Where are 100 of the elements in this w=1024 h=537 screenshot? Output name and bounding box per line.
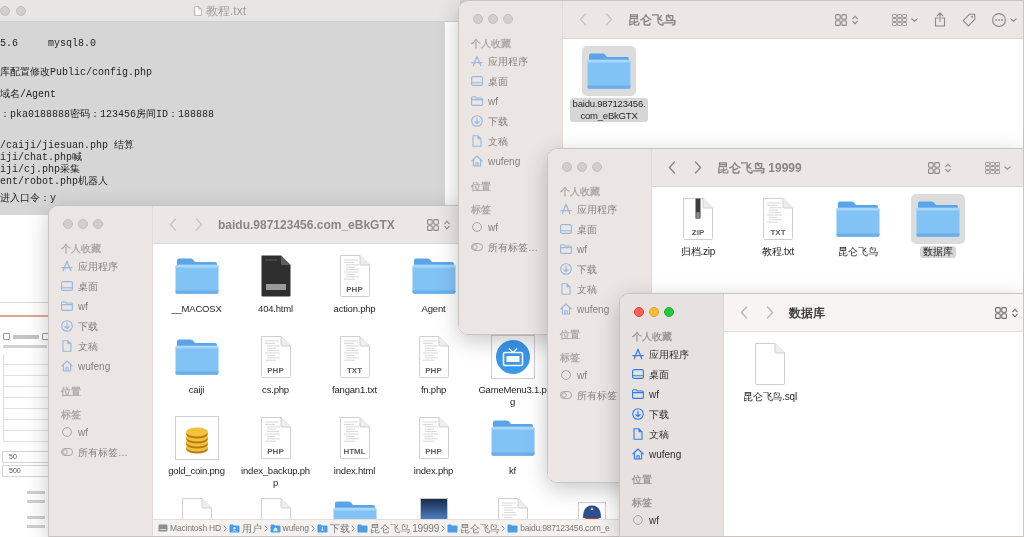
minimize-button[interactable] [78, 219, 88, 229]
sidebar-item[interactable]: wufeng [471, 151, 521, 171]
sidebar-item[interactable]: wufeng [560, 299, 610, 319]
sidebar-item[interactable]: wufeng [632, 444, 682, 464]
input-field[interactable] [3, 354, 48, 365]
path-segment[interactable]: 昆仑飞鸟 19999 [357, 520, 439, 536]
zoom-button[interactable] [664, 307, 674, 317]
file-name[interactable]: 归档.zip [677, 246, 719, 258]
figure-thumbnail-icon[interactable] [577, 502, 606, 519]
more-button[interactable] [992, 12, 1017, 27]
file-name[interactable]: cs.php [259, 384, 292, 396]
sidebar-item[interactable]: 文稿 [632, 424, 669, 444]
file-name[interactable]: index_backup.ph p [238, 465, 313, 489]
file-name[interactable]: index.html [330, 465, 379, 477]
file-name[interactable]: kf [506, 465, 519, 477]
sidebar-item[interactable]: 桌面 [61, 276, 98, 296]
folder-icon[interactable] [911, 194, 965, 244]
close-button[interactable] [473, 14, 483, 24]
document-icon[interactable] [258, 497, 293, 519]
path-segment[interactable]: 用户 [229, 520, 262, 536]
file-name[interactable]: index.php [410, 465, 457, 477]
minimize-button[interactable] [488, 14, 498, 24]
view-options-button[interactable] [835, 13, 858, 26]
document-icon[interactable] [258, 335, 293, 379]
file-name[interactable]: 昆仑飞鸟.sql [740, 391, 800, 403]
sidebar-item[interactable]: wf [471, 217, 498, 237]
sidebar-item[interactable]: 下载 [632, 404, 669, 424]
file-name[interactable]: 昆仑飞鸟 [835, 246, 881, 258]
close-button[interactable] [562, 162, 572, 172]
share-button[interactable] [934, 12, 946, 27]
input-field[interactable] [3, 376, 48, 387]
document-icon[interactable] [179, 497, 214, 519]
file-name[interactable]: action.php [330, 303, 379, 315]
close-button[interactable] [634, 307, 644, 317]
folder-icon[interactable] [582, 46, 636, 96]
file-name[interactable]: gold_coin.png [165, 465, 228, 477]
document-icon[interactable] [416, 416, 451, 460]
checkbox[interactable] [3, 333, 10, 340]
zoom-button[interactable] [503, 14, 513, 24]
view-options-button[interactable] [427, 218, 450, 231]
input-field[interactable] [3, 420, 48, 431]
folder-icon[interactable] [410, 257, 457, 295]
sidebar-item[interactable]: 应用程序 [560, 199, 617, 219]
document-icon[interactable] [337, 335, 372, 379]
folder-icon[interactable] [173, 257, 220, 295]
tv-thumbnail-icon[interactable] [490, 335, 535, 379]
input-field[interactable] [3, 398, 48, 409]
document-icon[interactable] [337, 254, 372, 298]
sidebar-item[interactable]: 所有标签 [560, 385, 617, 405]
view-options-button[interactable] [928, 161, 951, 174]
file-name[interactable]: 教程.txt [758, 246, 798, 258]
sidebar-item[interactable]: wf [61, 422, 88, 442]
file-name[interactable]: 数据库 [920, 246, 956, 258]
sidebar-item[interactable]: wf [471, 91, 498, 111]
sidebar-item[interactable]: 桌面 [632, 364, 669, 384]
sidebar-item[interactable]: 所有标签… [471, 237, 538, 257]
file-name[interactable]: 404.html [255, 303, 296, 315]
coins-thumbnail-icon[interactable] [174, 416, 219, 460]
minimize-button[interactable] [0, 5, 10, 16]
zoom-button[interactable] [16, 5, 26, 16]
sidebar-item[interactable]: 桌面 [471, 71, 508, 91]
folder-icon[interactable] [835, 200, 881, 238]
sidebar-item[interactable]: wufeng [61, 356, 111, 376]
sidebar-item[interactable]: wf [560, 365, 587, 385]
sidebar-item[interactable]: 文稿 [61, 336, 98, 356]
file-name[interactable]: fangan1.txt [329, 384, 380, 396]
sidebar-item[interactable]: 下载 [560, 259, 597, 279]
file-name[interactable]: __MACOSX [168, 303, 225, 315]
input-field[interactable] [3, 365, 48, 376]
sidebar-item[interactable]: wf [61, 296, 88, 316]
sidebar-item[interactable]: wf [632, 384, 659, 404]
zoom-button[interactable] [93, 219, 103, 229]
input-field[interactable] [3, 409, 48, 420]
zip-file-icon[interactable] [681, 197, 715, 241]
path-segment[interactable]: 下载 [316, 520, 350, 536]
sidebar-item[interactable]: 文稿 [471, 131, 508, 151]
sidebar-item[interactable]: 下载 [61, 316, 98, 336]
document-icon[interactable] [258, 416, 293, 460]
document-icon[interactable] [416, 335, 451, 379]
sidebar-item[interactable]: 桌面 [560, 219, 597, 239]
sidebar-item[interactable]: 文稿 [560, 279, 597, 299]
file-name[interactable]: Agent [418, 303, 449, 315]
minimize-button[interactable] [649, 307, 659, 317]
input-field[interactable] [3, 387, 48, 398]
file-name[interactable]: caiji [185, 384, 208, 396]
input-field[interactable] [3, 431, 48, 442]
group-button[interactable] [892, 13, 918, 26]
sidebar-item[interactable]: 下载 [471, 111, 508, 131]
path-segment[interactable]: wufeng [269, 521, 309, 535]
close-button[interactable] [63, 219, 73, 229]
document-icon[interactable] [753, 342, 787, 386]
minimize-button[interactable] [577, 162, 587, 172]
sidebar-item[interactable]: 所有标签… [61, 442, 128, 462]
folder-icon[interactable] [173, 338, 220, 376]
path-segment[interactable]: 昆仑飞鸟 [447, 520, 500, 536]
file-name[interactable]: GameMenu3.1.p g [475, 384, 550, 408]
forward-button[interactable] [694, 161, 702, 174]
back-button[interactable] [668, 161, 676, 174]
sidebar-item[interactable]: wf [560, 239, 587, 259]
group-button[interactable] [985, 161, 1011, 174]
